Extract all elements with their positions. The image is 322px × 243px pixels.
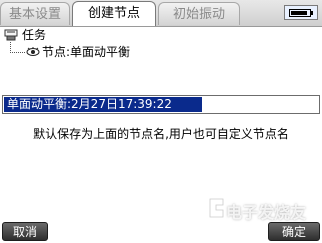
tab-basic-settings[interactable]: 基本设置 (0, 2, 70, 25)
tab-create-node[interactable]: 创建节点 (72, 1, 156, 26)
eye-icon (26, 47, 40, 56)
task-icon (4, 29, 18, 41)
hint-text: 默认保存为上面的节点名,用户也可自定义节点名 (33, 127, 289, 141)
tab-bar: 基本设置 创建节点 初始振动 (0, 0, 322, 27)
tree-connector (10, 42, 25, 53)
tree-item-node-label: 节点:单面动平衡 (42, 45, 131, 59)
node-name-input[interactable]: 单面动平衡:2月27日17:39:22 (2, 95, 320, 114)
ok-button[interactable]: 确定 (268, 222, 320, 241)
watermark-logo-icon (208, 197, 225, 219)
node-name-value: 单面动平衡:2月27日17:39:22 (4, 97, 202, 112)
cancel-button[interactable]: 取消 (2, 222, 48, 241)
battery-icon (284, 5, 318, 20)
tree-item-task-label: 任务 (22, 28, 47, 42)
watermark-text: 电子发烧友 (226, 203, 307, 222)
tab-initial-vibration[interactable]: 初始振动 (158, 2, 240, 25)
